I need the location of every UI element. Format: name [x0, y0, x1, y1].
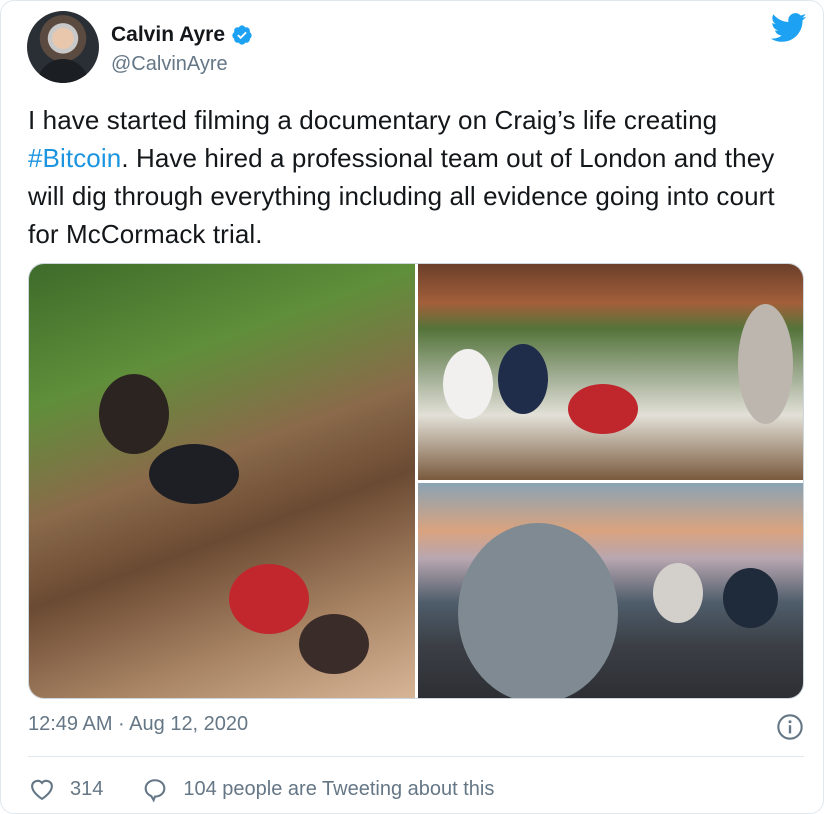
verified-badge-icon: [232, 25, 252, 45]
photo-3-guest-left: [653, 563, 703, 623]
author-avatar[interactable]: [27, 11, 99, 83]
photo-1[interactable]: [29, 264, 415, 698]
photo-2-person-center: [498, 344, 548, 414]
tweet-card: Calvin Ayre @CalvinAyre I have started f…: [0, 0, 824, 814]
author-handle[interactable]: @CalvinAyre: [111, 53, 228, 76]
photo-2-person-left: [443, 349, 493, 419]
photo-2[interactable]: [418, 264, 803, 480]
tweet-actions: 314 104 people are Tweeting about this: [28, 773, 532, 805]
author-display-name[interactable]: Calvin Ayre: [111, 23, 225, 47]
heart-icon[interactable]: [28, 775, 56, 803]
tweet-header: Calvin Ayre @CalvinAyre: [27, 11, 807, 83]
likes-count: 314: [70, 777, 104, 800]
conversation-action[interactable]: 104 people are Tweeting about this: [141, 775, 494, 803]
tweet-text: I have started filming a documentary on …: [28, 101, 808, 253]
conversation-label[interactable]: 104 people are Tweeting about this: [183, 778, 494, 801]
photo-2-person-right: [738, 304, 793, 424]
photo-3-cameraman: [458, 523, 618, 698]
author-name-row: Calvin Ayre: [111, 23, 253, 47]
media-grid: [28, 263, 804, 699]
photo-1-camera: [149, 444, 239, 504]
like-action[interactable]: 314: [28, 775, 103, 803]
speech-bubble-icon[interactable]: [141, 775, 169, 803]
tweet-timestamp[interactable]: 12:49 AM · Aug 12, 2020: [28, 713, 248, 735]
photo-3-guest-right: [723, 568, 778, 628]
tweet-text-part-2: . Have hired a professional team out of …: [28, 143, 775, 249]
tweet-text-part-1: I have started filming a documentary on …: [28, 105, 718, 135]
timestamp-row: 12:49 AM · Aug 12, 2020: [28, 713, 804, 743]
divider: [28, 756, 804, 757]
twitter-bird-icon[interactable]: [771, 13, 807, 43]
photo-1-figure: [99, 374, 169, 454]
photo-1-person: [299, 614, 369, 674]
hashtag-link[interactable]: #Bitcoin: [28, 143, 121, 173]
info-icon[interactable]: [776, 713, 804, 741]
photo-2-flowers: [568, 384, 638, 434]
photo-3[interactable]: [418, 483, 803, 698]
photo-1-flowers: [229, 564, 309, 634]
